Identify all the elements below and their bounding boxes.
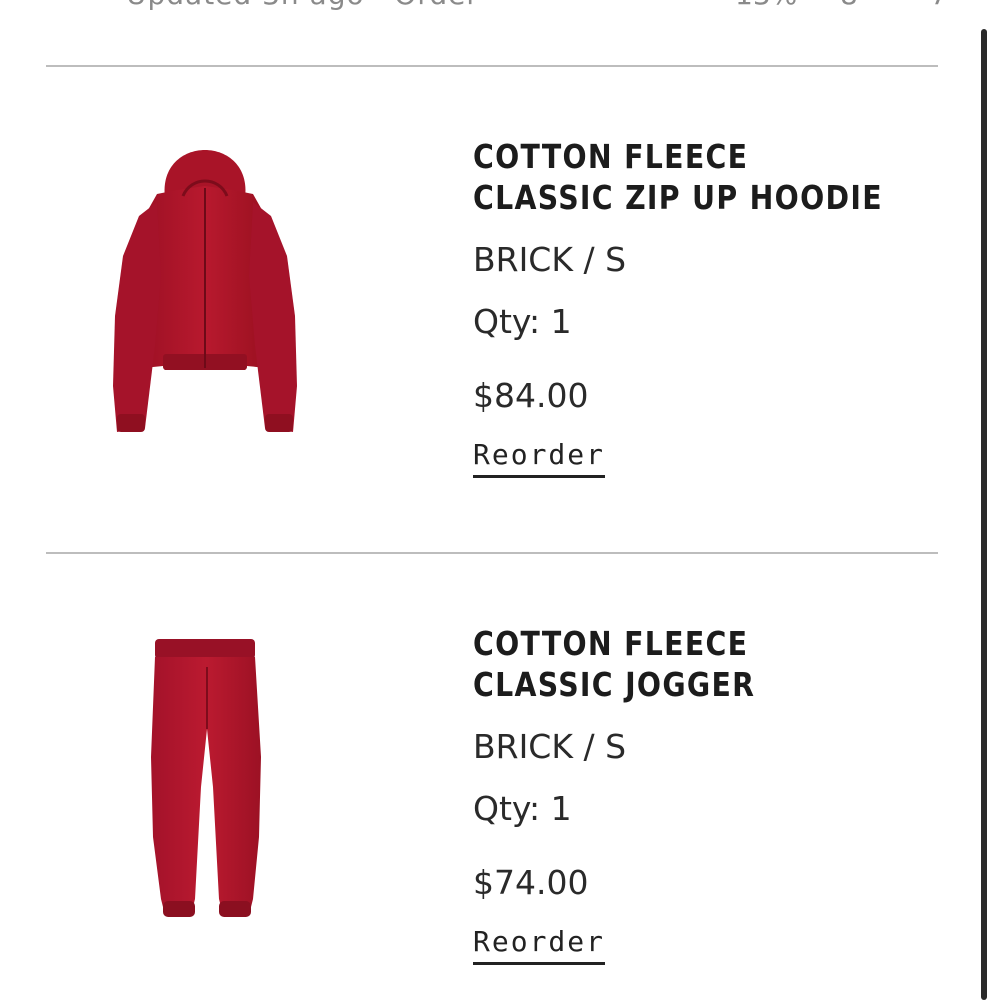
reorder-button[interactable]: Reorder <box>473 925 606 965</box>
product-name[interactable]: COTTON FLEECE CLASSIC JOGGER <box>473 623 903 705</box>
product-price: $74.00 <box>473 863 589 902</box>
item-divider <box>46 65 938 67</box>
product-quantity: Qty: 1 <box>473 789 572 828</box>
status-glyph: 7 <box>930 0 948 11</box>
reorder-button[interactable]: Reorder <box>473 438 606 478</box>
product-name-line: CLASSIC JOGGER <box>473 665 756 704</box>
product-image[interactable] <box>95 146 375 466</box>
order-item: COTTON FLEECE CLASSIC ZIP UP HOODIE BRIC… <box>0 68 960 538</box>
status-percent: 13% <box>735 0 797 11</box>
product-name-line: COTTON FLEECE <box>473 624 749 663</box>
scrollbar[interactable] <box>972 25 1000 1000</box>
product-variant: BRICK / S <box>473 727 627 766</box>
item-divider <box>46 552 938 554</box>
item-info: COTTON FLEECE CLASSIC JOGGER BRICK / S Q… <box>473 623 933 965</box>
jogger-icon <box>151 639 261 917</box>
product-variant: BRICK / S <box>473 240 627 279</box>
product-price: $84.00 <box>473 376 589 415</box>
product-name-line: CLASSIC ZIP UP HOODIE <box>473 178 883 217</box>
item-info: COTTON FLEECE CLASSIC ZIP UP HOODIE BRIC… <box>473 136 933 478</box>
product-quantity: Qty: 1 <box>473 302 572 341</box>
scrollbar-thumb[interactable] <box>981 29 987 1000</box>
status-meta-text: Updated 3h ago · Order <box>126 0 479 11</box>
product-image[interactable] <box>95 637 375 957</box>
order-item: COTTON FLEECE CLASSIC JOGGER BRICK / S Q… <box>0 555 960 1000</box>
product-name[interactable]: COTTON FLEECE CLASSIC ZIP UP HOODIE <box>473 136 903 218</box>
status-bar: Updated 3h ago · Order 13% 8 7 <box>0 0 1000 14</box>
order-details-page: Updated 3h ago · Order 13% 8 7 <box>0 0 1000 1000</box>
hoodie-icon <box>113 150 297 432</box>
product-name-line: COTTON FLEECE <box>473 137 749 176</box>
status-glyph: 8 <box>840 0 858 11</box>
